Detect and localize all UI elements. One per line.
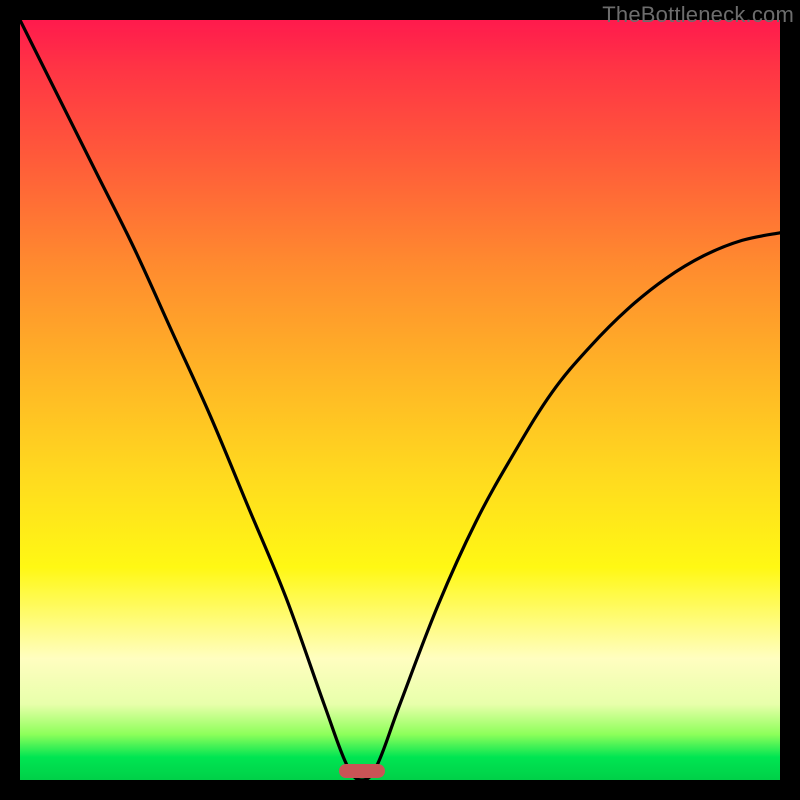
optimal-range-marker bbox=[339, 764, 385, 778]
watermark-text: TheBottleneck.com bbox=[602, 2, 794, 28]
chart-frame bbox=[20, 20, 780, 780]
curve-path bbox=[20, 20, 780, 780]
bottleneck-curve bbox=[20, 20, 780, 780]
